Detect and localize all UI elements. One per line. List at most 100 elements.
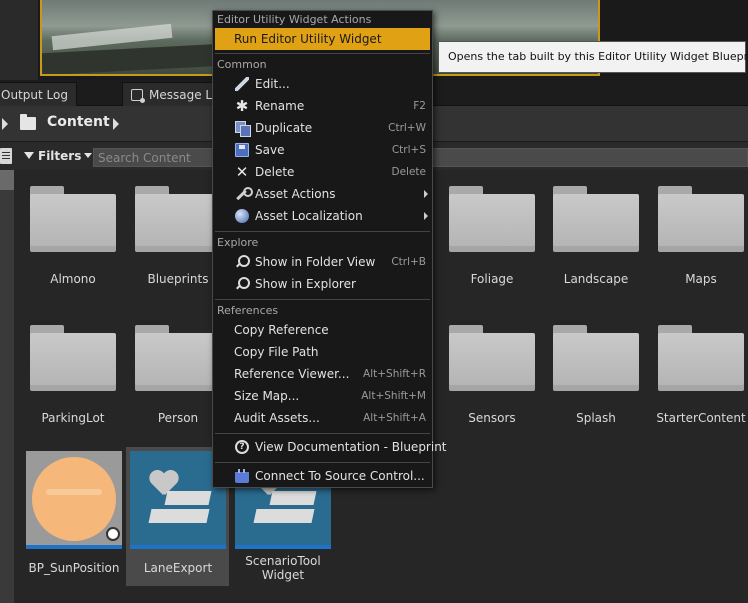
tab-output-log-label: Output Log [1,88,68,102]
menu-shortcut: Alt+Shift+M [361,390,426,402]
asset-type-bar [130,545,226,549]
search-icon [235,277,250,291]
menu-item-show-in-folder-view[interactable]: Show in Folder View Ctrl+B [215,251,430,273]
asset-label: BP_SunPosition [28,561,120,575]
sources-panel-toggle-icon[interactable] [0,148,12,164]
path-content-label[interactable]: Content [47,114,110,130]
scene-road-marking [51,23,173,51]
folder-label: StarterContent [656,411,746,425]
asset-type-bar [235,545,331,549]
folder-foliage[interactable]: Foliage [442,176,542,306]
menu-item-run-editor-utility-widget[interactable]: Run Editor Utility Widget [215,28,430,50]
menu-item-duplicate[interactable]: Duplicate Ctrl+W [215,117,430,139]
folder-splash[interactable]: Splash [546,315,646,445]
path-expand-arrow-icon[interactable] [2,118,8,130]
asterisk-icon: ✱ [235,97,249,115]
menu-item-rename[interactable]: ✱ Rename F2 [215,95,430,117]
menu-item-label: Show in Folder View [255,255,376,269]
folder-almono[interactable]: Almono [23,176,123,306]
menu-item-label: Delete [255,165,295,179]
menu-shortcut: Alt+Shift+A [363,412,426,424]
sun-icon [32,457,116,541]
menu-shortcut: Ctrl+S [391,144,426,156]
help-icon: ? [235,440,249,454]
viewport-left-panel [0,0,38,80]
folder-icon [135,194,221,252]
menu-separator [215,299,430,300]
source-control-plug-icon [235,469,249,483]
context-menu: Editor Utility Widget Actions Run Editor… [212,10,447,488]
tab-output-log[interactable]: Output Log [0,82,77,106]
widget-slab-icon [148,509,210,523]
menu-item-size-map[interactable]: Size Map... Alt+Shift+M [215,385,430,407]
menu-item-asset-localization[interactable]: Asset Localization [215,205,430,227]
menu-item-label: Show in Explorer [255,277,356,291]
menu-item-label: Save [255,143,285,157]
folder-label: Sensors [468,411,516,425]
menu-separator [215,231,430,232]
pencil-icon [235,77,249,91]
globe-icon [235,209,249,223]
folder-label: Foliage [470,272,514,286]
folder-sensors[interactable]: Sensors [442,315,542,445]
folder-label: Splash [576,411,616,425]
menu-section-header: References [217,304,279,317]
menu-section-header: Editor Utility Widget Actions [217,13,372,26]
asset-type-bar [26,545,122,549]
folder-icon [449,194,535,252]
menu-item-asset-actions[interactable]: Asset Actions [215,183,430,205]
menu-item-delete[interactable]: ✕ Delete Delete [215,161,430,183]
menu-item-label: Run Editor Utility Widget [234,32,382,46]
menu-separator [215,433,430,434]
delete-icon: ✕ [235,163,249,181]
folder-startercontent[interactable]: StarterContent [651,315,748,445]
menu-item-save[interactable]: Save Ctrl+S [215,139,430,161]
asset-bp-sunposition[interactable]: BP_SunPosition [26,451,122,581]
folder-label: Landscape [563,272,629,286]
menu-item-label: Edit... [255,77,290,91]
sources-panel-edge [0,170,14,603]
funnel-icon [24,152,34,159]
menu-item-copy-file-path[interactable]: Copy File Path [215,341,430,363]
folder-label: Almono [50,272,96,286]
menu-shortcut: F2 [413,100,426,112]
folder-maps[interactable]: Maps [651,176,748,306]
widget-slab-icon [164,491,212,505]
menu-item-copy-reference[interactable]: Copy Reference [215,319,430,341]
message-log-icon [131,89,145,103]
filters-button[interactable]: Filters [24,146,93,166]
menu-section-header: Explore [217,236,259,249]
menu-item-show-in-explorer[interactable]: Show in Explorer [215,273,430,295]
widget-slab-icon [253,509,315,523]
folder-icon [20,114,36,130]
asset-label: LaneExport [143,561,213,575]
menu-item-reference-viewer[interactable]: Reference Viewer... Alt+Shift+R [215,363,430,385]
wrench-icon [235,187,253,201]
folder-parkinglot[interactable]: ParkingLot [23,315,123,445]
folder-label: Maps [685,272,717,286]
menu-item-label: Connect To Source Control... [255,469,425,483]
menu-item-label: Asset Actions [255,187,336,201]
menu-item-view-documentation[interactable]: ? View Documentation - Blueprint [215,436,447,458]
menu-separator [215,462,430,463]
menu-shortcut: Ctrl+B [391,256,426,268]
duplicate-icon [235,121,251,137]
menu-item-label: Rename [255,99,305,113]
menu-item-audit-assets[interactable]: Audit Assets... Alt+Shift+A [215,407,430,429]
save-icon [235,143,249,157]
folder-landscape[interactable]: Landscape [546,176,646,306]
menu-item-label: Reference Viewer... [234,367,350,381]
path-chevron-right-icon[interactable] [113,118,119,130]
menu-item-edit[interactable]: Edit... [215,73,430,95]
folder-icon [553,333,639,391]
menu-item-label: Asset Localization [255,209,363,223]
menu-item-label: Copy File Path [234,345,319,359]
search-icon [235,255,250,269]
sources-panel-highlight [0,170,14,190]
submenu-arrow-icon [424,190,428,198]
menu-item-label: Size Map... [234,389,300,403]
menu-shortcut: Alt+Shift+R [363,368,426,380]
widget-slab-icon [269,491,317,505]
folder-icon [135,333,221,391]
menu-item-connect-source-control[interactable]: Connect To Source Control... [215,465,430,487]
